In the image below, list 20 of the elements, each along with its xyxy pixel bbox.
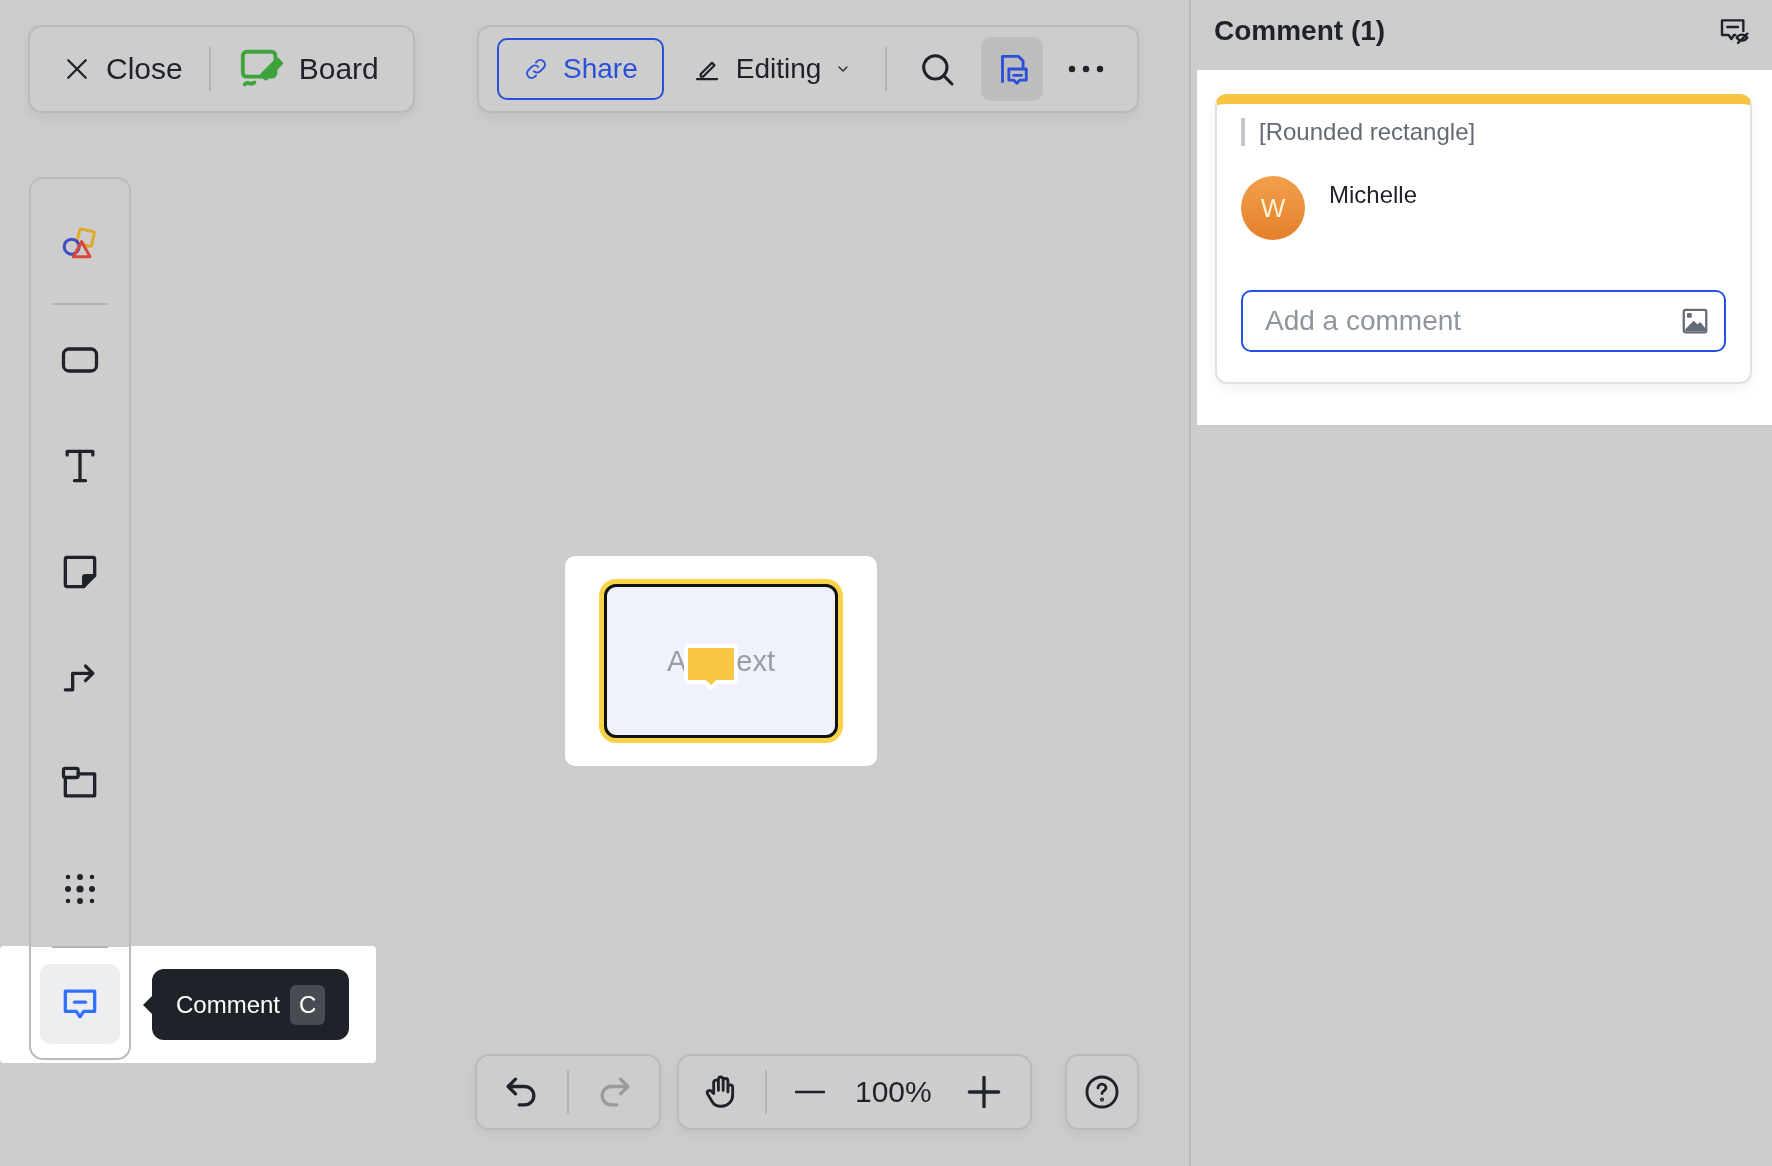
shortcut-key: C (290, 984, 326, 1025)
author-name: Michelle (1329, 181, 1418, 210)
minus-icon (795, 1090, 825, 1094)
board-button[interactable]: Board (222, 38, 395, 100)
avatar: W (1241, 176, 1305, 240)
share-button[interactable]: Share (497, 38, 664, 100)
comment-target: [Rounded rectangle] (1241, 118, 1476, 146)
comment-marker-icon (684, 643, 739, 693)
image-icon (1680, 306, 1710, 336)
close-button[interactable]: Close (48, 38, 197, 100)
panel-title: Comment (1) (1214, 15, 1386, 47)
comment-tool-button[interactable] (40, 964, 120, 1044)
comments-view-button[interactable] (981, 37, 1044, 101)
editing-mode-dropdown[interactable]: Editing (673, 38, 870, 100)
shape-text: ext (736, 644, 775, 678)
link-icon (523, 56, 549, 82)
comment-input-field[interactable]: Add a comment (1241, 290, 1726, 352)
ellipsis-icon (1067, 64, 1106, 74)
tooltip-label: Comment (176, 990, 281, 1019)
help-icon (1083, 1073, 1121, 1111)
